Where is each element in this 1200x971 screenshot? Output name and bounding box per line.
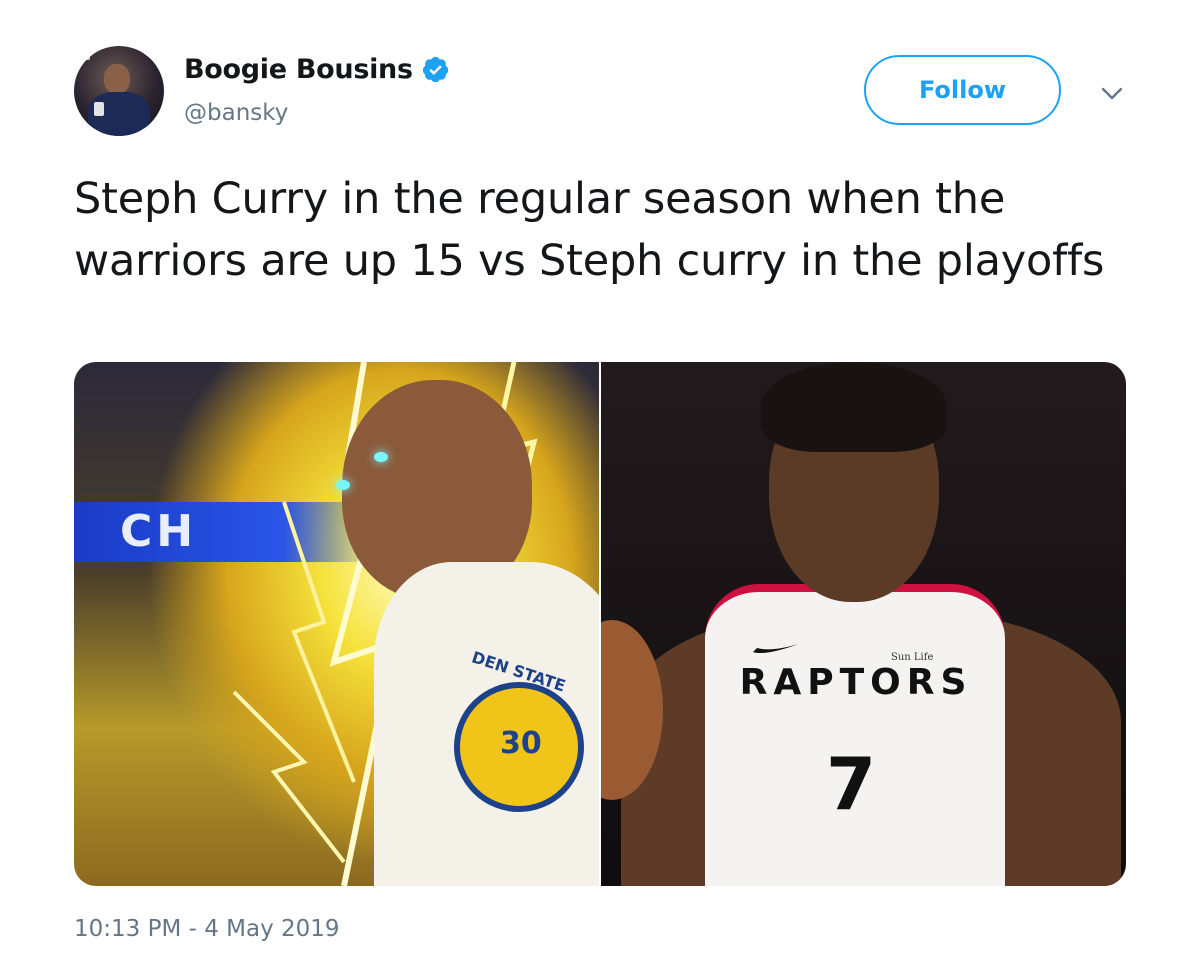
chevron-down-icon[interactable]: [1098, 84, 1126, 104]
warriors-logo: 30: [454, 682, 584, 812]
avatar[interactable]: [74, 46, 164, 136]
glowing-eye-right: [336, 480, 350, 490]
author-handle[interactable]: @bansky: [184, 100, 288, 126]
media-photo-left[interactable]: CH 30 DEN STATE: [74, 362, 599, 886]
glowing-eye-left: [374, 452, 388, 462]
media-photo-right[interactable]: Sun Life RAPTORS 7: [601, 362, 1126, 886]
follow-button[interactable]: Follow: [864, 55, 1061, 125]
verified-badge-icon: [421, 55, 450, 84]
avatar-cup: [94, 102, 104, 116]
tweet-timestamp[interactable]: 10:13 PM - 4 May 2019: [74, 916, 340, 942]
raptors-jersey: [705, 584, 1005, 886]
player-hair-right: [761, 362, 947, 452]
arena-banner-text: CH: [120, 506, 198, 557]
nike-swoosh-icon: [753, 644, 799, 653]
tweet-text: Steph Curry in the regular season when t…: [74, 174, 1105, 286]
jersey-lettering: RAPTORS: [739, 662, 973, 703]
avatar-face: [104, 64, 130, 94]
avatar-background-light: [80, 54, 90, 60]
author-name-row[interactable]: Boogie Bousins: [184, 54, 450, 85]
author-display-name[interactable]: Boogie Bousins: [184, 54, 413, 85]
jersey-number-right: 7: [825, 742, 877, 826]
media-grid: CH 30 DEN STATE Sun Life RAPTORS 7: [74, 362, 1126, 886]
jersey-number-left: 30: [500, 726, 542, 761]
tweet-card: Boogie Bousins @bansky Follow Steph Curr…: [0, 0, 1200, 971]
